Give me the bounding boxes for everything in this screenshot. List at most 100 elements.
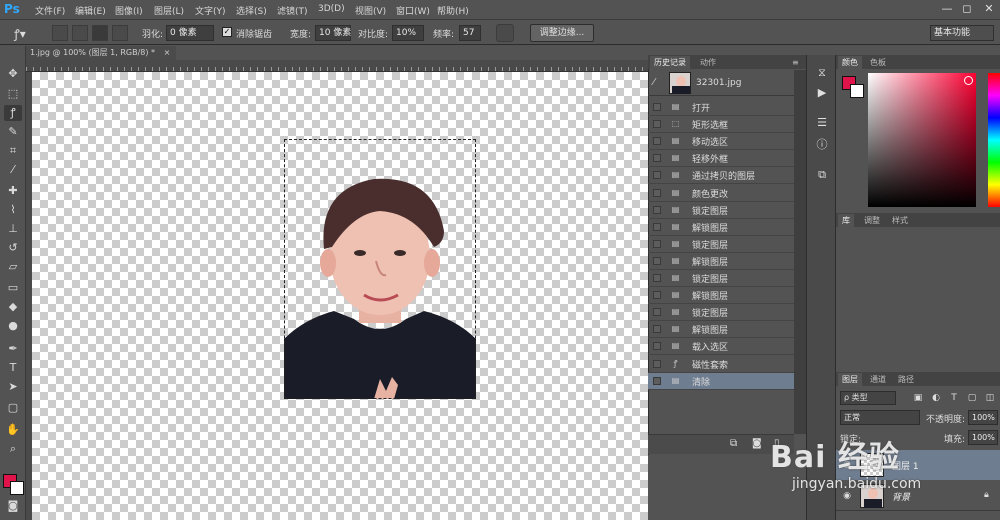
color-panel-background-swatch[interactable] (850, 84, 864, 98)
history-source-checkbox[interactable] (653, 188, 661, 197)
tab-styles[interactable]: 样式 (888, 214, 912, 227)
history-item[interactable]: ▤ 解锁图层 (648, 321, 794, 339)
tool-presets-icon[interactable]: ⧉ (814, 167, 830, 183)
dodge-tool-icon[interactable]: ● (4, 318, 22, 334)
quick-mask-icon[interactable]: ◙ (4, 498, 22, 514)
history-item[interactable]: ꝭ 磁性套索 (648, 356, 794, 373)
layer-filter-select[interactable]: ρ 类型 (840, 391, 896, 405)
menu-image[interactable]: 图像(I) (115, 4, 143, 17)
panel-menu-icon[interactable]: ≡ (788, 56, 803, 69)
properties-icon[interactable]: ☰ (814, 115, 830, 131)
history-source-checkbox[interactable] (653, 137, 661, 146)
history-item[interactable]: ▤ 清除 (648, 372, 794, 390)
tab-libraries[interactable]: 库 (838, 214, 854, 227)
menu-filter[interactable]: 滤镜(T) (277, 4, 308, 17)
marquee-tool-icon[interactable]: ⬚ (4, 86, 22, 102)
blur-tool-icon[interactable]: ◆ (4, 299, 22, 315)
history-source-checkbox[interactable] (653, 222, 661, 231)
menu-edit[interactable]: 编辑(E) (75, 4, 106, 17)
subtract-selection-icon[interactable] (92, 25, 108, 41)
new-selection-icon[interactable] (52, 25, 68, 41)
history-item[interactable]: ▤ 锁定图层 (648, 304, 794, 322)
history-source-checkbox[interactable] (653, 239, 661, 248)
history-source-checkbox[interactable] (653, 120, 661, 129)
contrast-input[interactable]: 10% (392, 25, 424, 41)
tab-adjustments[interactable]: 调整 (860, 214, 884, 227)
history-snapshot[interactable]: ⁄ 32301.jpg (648, 70, 794, 96)
history-source-checkbox[interactable] (653, 171, 661, 180)
width-input[interactable]: 10 像素 (315, 25, 351, 41)
menu-layer[interactable]: 图层(L) (154, 4, 184, 17)
refine-edge-button[interactable]: 调整边缘... (530, 24, 594, 42)
history-source-checkbox[interactable] (653, 308, 661, 317)
menu-type[interactable]: 文字(Y) (195, 4, 226, 17)
color-spectrum-field[interactable] (868, 73, 976, 207)
history-source-checkbox[interactable] (653, 376, 661, 385)
menu-help[interactable]: 帮助(H) (437, 4, 469, 17)
close-icon[interactable]: ✕ (982, 2, 996, 16)
actions-play-icon[interactable]: ▶ (814, 85, 830, 101)
filter-pixel-icon[interactable]: ▣ (912, 392, 924, 404)
history-item[interactable]: ▤ 移动选区 (648, 133, 794, 151)
history-source-checkbox[interactable] (653, 291, 661, 300)
history-source-checkbox[interactable] (653, 342, 661, 351)
opacity-input[interactable]: 100% (968, 410, 998, 425)
menu-view[interactable]: 视图(V) (355, 4, 386, 17)
restore-icon[interactable]: ◻ (960, 2, 974, 16)
tab-swatches[interactable]: 色板 (866, 56, 890, 69)
tab-layers[interactable]: 图层 (838, 373, 862, 386)
background-color-swatch[interactable] (10, 481, 24, 495)
add-selection-icon[interactable] (72, 25, 88, 41)
history-source-checkbox[interactable] (653, 103, 661, 111)
menu-file[interactable]: 文件(F) (35, 4, 65, 17)
hand-tool-icon[interactable]: ✋ (4, 422, 22, 438)
history-item[interactable]: ▤ 解锁图层 (648, 287, 794, 305)
history-item[interactable]: ▤ 锁定图层 (648, 202, 794, 219)
tab-channels[interactable]: 通道 (866, 373, 890, 386)
brush-tool-icon[interactable]: ⌇ (4, 202, 22, 218)
hue-slider[interactable] (988, 73, 1000, 207)
info-icon[interactable]: ⓘ (814, 137, 830, 153)
document-tab-close-icon[interactable]: × (164, 48, 171, 57)
healing-brush-tool-icon[interactable]: ✚ (4, 183, 22, 199)
filter-type-icon[interactable]: T (948, 392, 960, 404)
minimize-icon[interactable]: — (940, 2, 954, 16)
zoom-tool-icon[interactable]: ⌕ (4, 441, 22, 457)
color-picker-cursor[interactable] (964, 76, 973, 85)
shape-tool-icon[interactable]: ▢ (4, 400, 22, 416)
tab-paths[interactable]: 路径 (894, 373, 918, 386)
feather-input[interactable]: 0 像素 (166, 25, 214, 41)
history-item[interactable]: ▤ 打开 (648, 99, 794, 116)
menu-window[interactable]: 窗口(W) (396, 4, 430, 17)
filter-shape-icon[interactable]: ▢ (966, 392, 978, 404)
filter-smart-object-icon[interactable]: ◫ (984, 392, 996, 404)
history-item[interactable]: ▤ 通过拷贝的图层 (648, 167, 794, 185)
type-tool-icon[interactable]: T (4, 360, 22, 376)
history-panel-icon[interactable]: ⧖ (814, 65, 830, 81)
path-selection-tool-icon[interactable]: ➤ (4, 379, 22, 395)
document-tab[interactable]: 1.jpg @ 100% (图层 1, RGB/8) * × (26, 46, 176, 60)
antialias-checkbox[interactable]: ✓ (222, 27, 232, 37)
pen-pressure-icon[interactable] (496, 24, 514, 42)
history-brush-source-icon[interactable]: ⁄ (653, 77, 655, 88)
tab-actions[interactable]: 动作 (696, 56, 720, 69)
crop-tool-icon[interactable]: ⌗ (4, 143, 22, 159)
gradient-tool-icon[interactable]: ▭ (4, 280, 22, 296)
menu-3d[interactable]: 3D(D) (318, 4, 345, 14)
camera-snapshot-icon[interactable]: ◙ (752, 438, 762, 449)
history-item[interactable]: ▤ 解锁图层 (648, 219, 794, 236)
tab-color[interactable]: 颜色 (838, 56, 862, 69)
menu-select[interactable]: 选择(S) (236, 4, 267, 17)
history-scrollbar[interactable] (794, 70, 806, 434)
history-item[interactable]: ▤ 锁定图层 (648, 236, 794, 253)
pen-tool-icon[interactable]: ✒ (4, 341, 22, 357)
quick-selection-tool-icon[interactable]: ✎ (4, 124, 22, 140)
history-source-checkbox[interactable] (653, 205, 661, 214)
history-source-checkbox[interactable] (653, 274, 661, 282)
filter-adjustment-icon[interactable]: ◐ (930, 392, 942, 404)
lasso-tool-preset-icon[interactable]: ꝭ▾ (14, 25, 26, 42)
history-item[interactable]: ▤ 解锁图层 (648, 253, 794, 270)
history-item[interactable]: ▤ 载入选区 (648, 338, 794, 356)
history-source-checkbox[interactable] (653, 256, 661, 265)
history-brush-tool-icon[interactable]: ↺ (4, 240, 22, 256)
